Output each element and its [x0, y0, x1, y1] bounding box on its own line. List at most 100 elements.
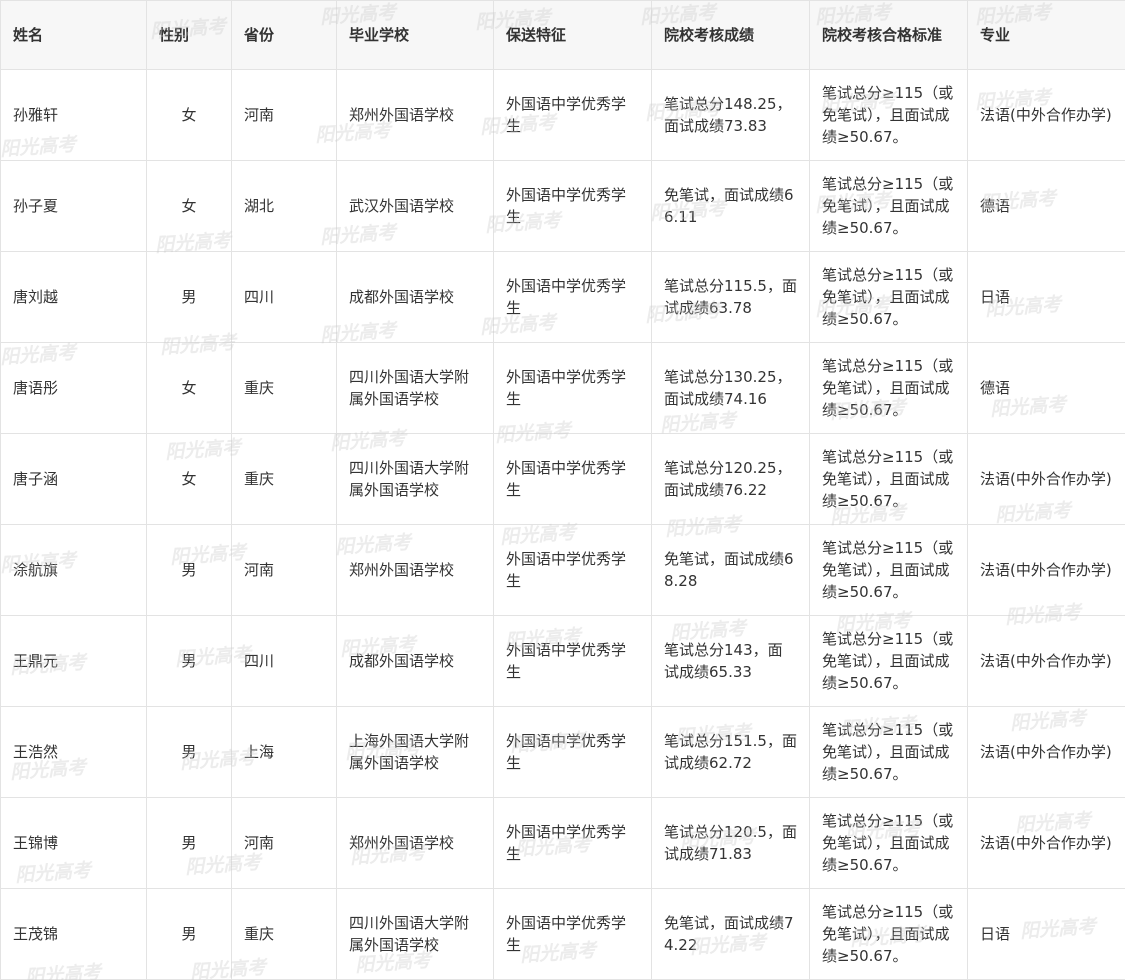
cell-score: 笔试总分130.25，面试成绩74.16	[651, 342, 810, 434]
table-row: 王浩然男上海 上海外国语大学附属外国语学校 外国语中学优秀学生 笔试总分151.5，面…	[0, 706, 1125, 798]
cell-major: 法语(中外合作办学)	[967, 706, 1125, 798]
cell-major: 日语	[967, 888, 1125, 980]
cell-name: 孙子夏	[0, 160, 147, 252]
cell-score: 笔试总分143，面试成绩65.33	[651, 615, 810, 707]
cell-standard: 笔试总分≥115（或免笔试），且面试成绩≥50.67。	[809, 888, 968, 980]
cell-name: 王浩然	[0, 706, 147, 798]
table-row: 王锦博男河南 郑州外国语学校 外国语中学优秀学生 笔试总分120.5，面试成绩71.8…	[0, 797, 1125, 889]
cell-major: 德语	[967, 160, 1125, 252]
cell-name: 涂航旗	[0, 524, 147, 616]
cell-score: 笔试总分148.25，面试成绩73.83	[651, 69, 810, 161]
cell-feature: 外国语中学优秀学生	[493, 888, 652, 980]
cell-feature: 外国语中学优秀学生	[493, 615, 652, 707]
cell-school: 四川外国语大学附属外国语学校	[336, 888, 494, 980]
cell-school: 上海外国语大学附属外国语学校	[336, 706, 494, 798]
header-row: 姓名 性别 省份 毕业学校 保送特征 院校考核成绩 院校考核合格标准 专业	[0, 0, 1125, 70]
cell-gender: 男	[146, 524, 232, 616]
header-major: 专业	[967, 0, 1125, 70]
cell-gender: 男	[146, 797, 232, 889]
cell-feature: 外国语中学优秀学生	[493, 433, 652, 525]
cell-gender: 女	[146, 433, 232, 525]
header-province: 省份	[231, 0, 337, 70]
cell-province: 重庆	[231, 433, 337, 525]
table-row: 王鼎元男四川 成都外国语学校 外国语中学优秀学生 笔试总分143，面试成绩65.33 笔…	[0, 615, 1125, 707]
cell-feature: 外国语中学优秀学生	[493, 706, 652, 798]
cell-feature: 外国语中学优秀学生	[493, 69, 652, 161]
cell-name: 孙雅轩	[0, 69, 147, 161]
cell-standard: 笔试总分≥115（或免笔试），且面试成绩≥50.67。	[809, 251, 968, 343]
cell-school: 四川外国语大学附属外国语学校	[336, 342, 494, 434]
table-row: 王茂锦男重庆 四川外国语大学附属外国语学校 外国语中学优秀学生 免笔试，面试成绩74.…	[0, 888, 1125, 980]
cell-score: 笔试总分151.5，面试成绩62.72	[651, 706, 810, 798]
header-name: 姓名	[0, 0, 147, 70]
table-row: 唐子涵女重庆 四川外国语大学附属外国语学校 外国语中学优秀学生 笔试总分120.25，…	[0, 433, 1125, 525]
cell-score: 笔试总分120.5，面试成绩71.83	[651, 797, 810, 889]
cell-feature: 外国语中学优秀学生	[493, 251, 652, 343]
cell-province: 河南	[231, 524, 337, 616]
cell-school: 武汉外国语学校	[336, 160, 494, 252]
header-feature: 保送特征	[493, 0, 652, 70]
cell-gender: 女	[146, 342, 232, 434]
cell-feature: 外国语中学优秀学生	[493, 160, 652, 252]
cell-province: 重庆	[231, 888, 337, 980]
table-row: 唐语彤女重庆 四川外国语大学附属外国语学校 外国语中学优秀学生 笔试总分130.25，…	[0, 342, 1125, 434]
cell-standard: 笔试总分≥115（或免笔试），且面试成绩≥50.67。	[809, 524, 968, 616]
cell-standard: 笔试总分≥115（或免笔试），且面试成绩≥50.67。	[809, 615, 968, 707]
cell-major: 德语	[967, 342, 1125, 434]
cell-major: 法语(中外合作办学)	[967, 433, 1125, 525]
cell-school: 郑州外国语学校	[336, 69, 494, 161]
cell-gender: 女	[146, 69, 232, 161]
cell-school: 郑州外国语学校	[336, 524, 494, 616]
table-row: 唐刘越男四川 成都外国语学校 外国语中学优秀学生 笔试总分115.5，面试成绩63.7…	[0, 251, 1125, 343]
header-school: 毕业学校	[336, 0, 494, 70]
table-body: 孙雅轩女河南 郑州外国语学校 外国语中学优秀学生 笔试总分148.25，面试成绩73.…	[0, 69, 1125, 980]
cell-gender: 女	[146, 160, 232, 252]
table-row: 涂航旗男河南 郑州外国语学校 外国语中学优秀学生 免笔试，面试成绩68.28 笔试总分≥…	[0, 524, 1125, 616]
cell-standard: 笔试总分≥115（或免笔试），且面试成绩≥50.67。	[809, 797, 968, 889]
cell-name: 王茂锦	[0, 888, 147, 980]
cell-score: 免笔试，面试成绩74.22	[651, 888, 810, 980]
cell-score: 免笔试，面试成绩66.11	[651, 160, 810, 252]
table-row: 孙子夏女湖北 武汉外国语学校 外国语中学优秀学生 免笔试，面试成绩66.11 笔试总分≥…	[0, 160, 1125, 252]
cell-score: 笔试总分115.5，面试成绩63.78	[651, 251, 810, 343]
cell-name: 唐语彤	[0, 342, 147, 434]
cell-major: 法语(中外合作办学)	[967, 524, 1125, 616]
cell-province: 重庆	[231, 342, 337, 434]
cell-name: 唐刘越	[0, 251, 147, 343]
admissions-table: 姓名 性别 省份 毕业学校 保送特征 院校考核成绩 院校考核合格标准 专业 孙雅…	[0, 0, 1125, 980]
cell-name: 唐子涵	[0, 433, 147, 525]
cell-major: 法语(中外合作办学)	[967, 797, 1125, 889]
cell-province: 湖北	[231, 160, 337, 252]
cell-feature: 外国语中学优秀学生	[493, 342, 652, 434]
cell-gender: 男	[146, 888, 232, 980]
cell-major: 日语	[967, 251, 1125, 343]
cell-school: 郑州外国语学校	[336, 797, 494, 889]
cell-standard: 笔试总分≥115（或免笔试），且面试成绩≥50.67。	[809, 706, 968, 798]
cell-gender: 男	[146, 615, 232, 707]
table-header: 姓名 性别 省份 毕业学校 保送特征 院校考核成绩 院校考核合格标准 专业	[0, 0, 1125, 70]
cell-school: 成都外国语学校	[336, 251, 494, 343]
cell-province: 四川	[231, 615, 337, 707]
cell-standard: 笔试总分≥115（或免笔试），且面试成绩≥50.67。	[809, 160, 968, 252]
header-gender: 性别	[146, 0, 232, 70]
cell-name: 王锦博	[0, 797, 147, 889]
cell-standard: 笔试总分≥115（或免笔试），且面试成绩≥50.67。	[809, 69, 968, 161]
cell-feature: 外国语中学优秀学生	[493, 797, 652, 889]
cell-province: 四川	[231, 251, 337, 343]
header-score: 院校考核成绩	[651, 0, 810, 70]
cell-feature: 外国语中学优秀学生	[493, 524, 652, 616]
cell-standard: 笔试总分≥115（或免笔试），且面试成绩≥50.67。	[809, 342, 968, 434]
cell-gender: 男	[146, 706, 232, 798]
cell-gender: 男	[146, 251, 232, 343]
cell-major: 法语(中外合作办学)	[967, 615, 1125, 707]
table-row: 孙雅轩女河南 郑州外国语学校 外国语中学优秀学生 笔试总分148.25，面试成绩73.…	[0, 69, 1125, 161]
cell-name: 王鼎元	[0, 615, 147, 707]
cell-school: 四川外国语大学附属外国语学校	[336, 433, 494, 525]
cell-score: 免笔试，面试成绩68.28	[651, 524, 810, 616]
cell-province: 河南	[231, 797, 337, 889]
cell-score: 笔试总分120.25，面试成绩76.22	[651, 433, 810, 525]
header-standard: 院校考核合格标准	[809, 0, 968, 70]
cell-school: 成都外国语学校	[336, 615, 494, 707]
cell-province: 河南	[231, 69, 337, 161]
cell-major: 法语(中外合作办学)	[967, 69, 1125, 161]
